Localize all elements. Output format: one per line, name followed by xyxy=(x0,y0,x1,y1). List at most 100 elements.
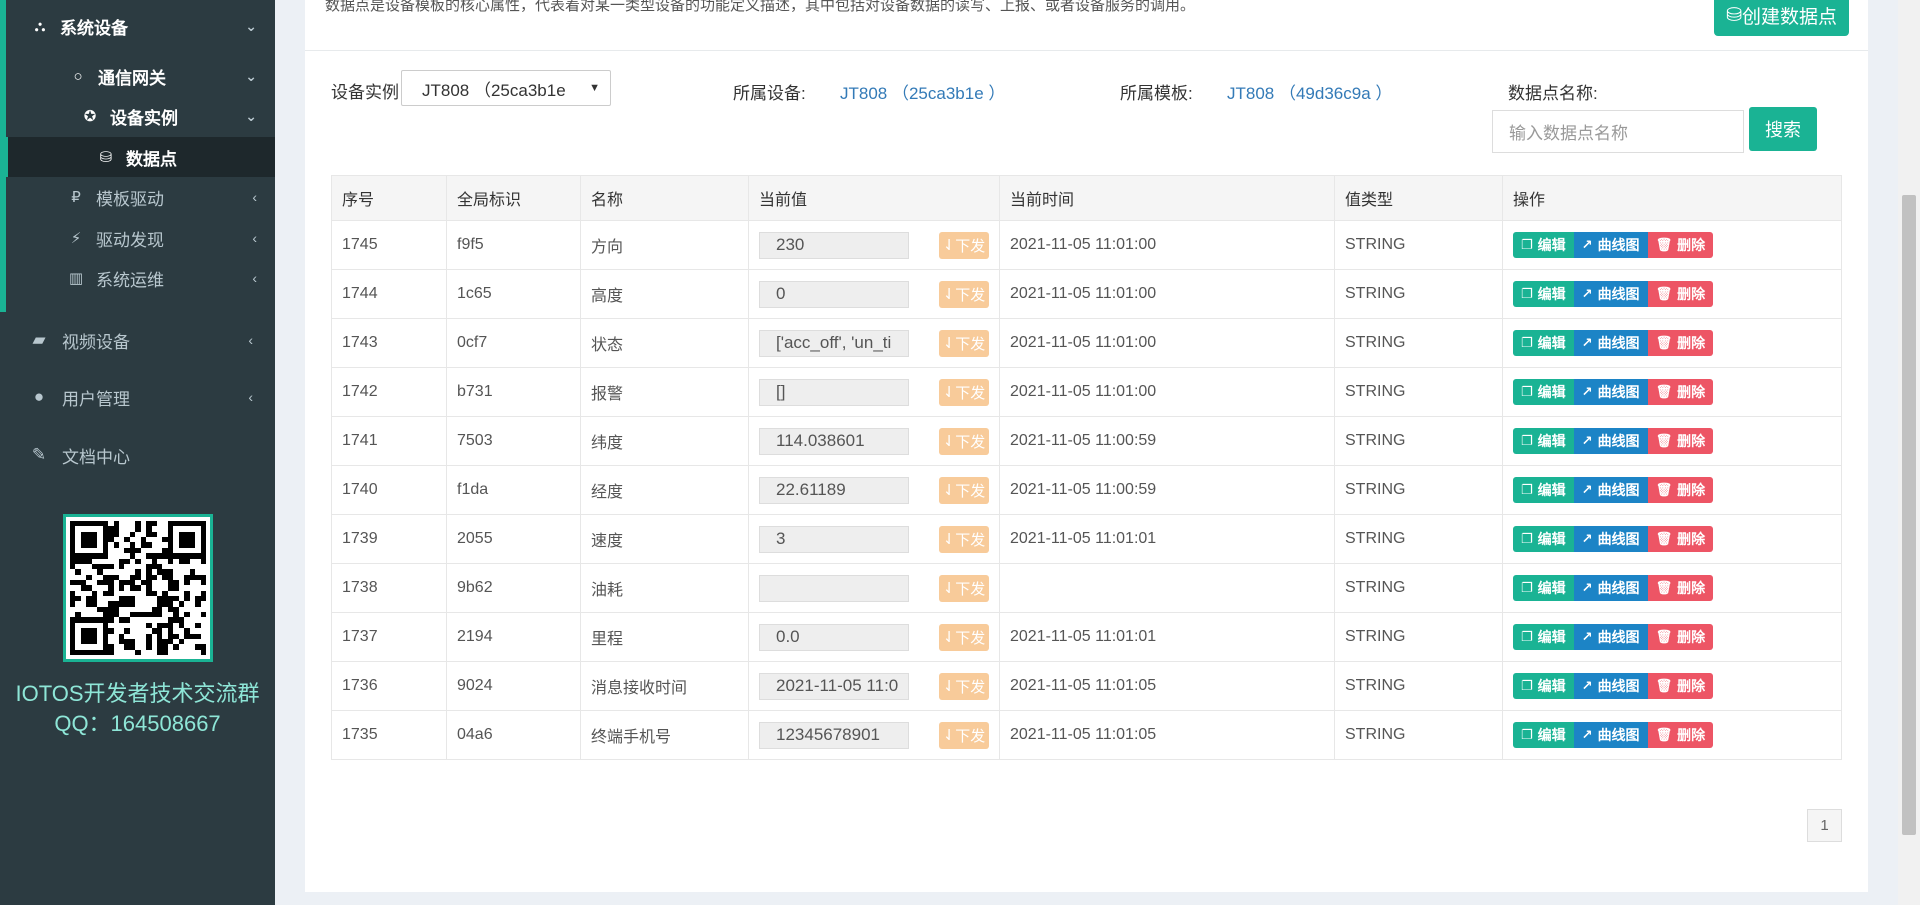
chevron-left-icon: ‹ xyxy=(252,189,257,205)
scrollbar[interactable] xyxy=(1898,0,1920,905)
delete-button[interactable]: 🗑 删除 xyxy=(1647,330,1714,356)
chart-button[interactable]: ↗ 曲线图 xyxy=(1573,722,1648,748)
sidebar-item-system-devices[interactable]: ⛬ 系统设备 ⌄ xyxy=(30,10,275,42)
template-link[interactable]: JT808 （49d36c9a ） xyxy=(1227,79,1392,104)
edit-button[interactable]: ❐ 编辑 xyxy=(1513,673,1574,699)
edit-button[interactable]: ❐ 编辑 xyxy=(1513,477,1574,503)
chart-button[interactable]: ↗ 曲线图 xyxy=(1573,232,1648,258)
send-button[interactable]: ⇃ 下发 xyxy=(939,721,989,749)
sidebar-item-gateway[interactable]: ○ 通信网关 ⌄ xyxy=(68,60,275,92)
value-input[interactable]: ['acc_off', 'un_ti xyxy=(759,329,909,357)
edit-button[interactable]: ❐ 编辑 xyxy=(1513,281,1574,307)
cell-actions: ❐ 编辑 ↗ 曲线图 🗑 删除 xyxy=(1502,661,1842,711)
cell-value: 114.038601 ⇃ 下发 xyxy=(748,416,1000,466)
send-button[interactable]: ⇃ 下发 xyxy=(939,378,989,406)
database-icon: ⛁ xyxy=(99,149,113,166)
table-row: 1742 b731 报警 [] ⇃ 下发 2021-11-05 11:01:00 … xyxy=(331,367,1842,417)
edit-button[interactable]: ❐ 编辑 xyxy=(1513,722,1574,748)
delete-button[interactable]: 🗑 删除 xyxy=(1647,722,1714,748)
cell-type: STRING xyxy=(1334,514,1503,564)
cell-actions: ❐ 编辑 ↗ 曲线图 🗑 删除 xyxy=(1502,612,1842,662)
edit-button[interactable]: ❐ 编辑 xyxy=(1513,330,1574,356)
pagination-page[interactable]: 1 xyxy=(1807,809,1842,842)
cell-actions: ❐ 编辑 ↗ 曲线图 🗑 删除 xyxy=(1502,269,1842,319)
cell-value: ['acc_off', 'un_ti ⇃ 下发 xyxy=(748,318,1000,368)
instance-select[interactable]: JT808 （25ca3b1e ▼ xyxy=(401,70,611,106)
value-input[interactable]: 22.61189 xyxy=(759,476,909,504)
datapoint-name-input[interactable]: 输入数据点名称 xyxy=(1492,110,1744,153)
sidebar-item-video[interactable]: ▰ 视频设备 ‹ xyxy=(28,324,275,356)
edit-button[interactable]: ❐ 编辑 xyxy=(1513,232,1574,258)
table-row: 1735 04a6 终端手机号 12345678901 ⇃ 下发 2021-11-… xyxy=(331,710,1842,760)
scrollbar-thumb[interactable] xyxy=(1902,195,1916,835)
sidebar-item-driver-discovery[interactable]: ⚡ 驱动发现 ‹ xyxy=(66,222,275,254)
value-input[interactable]: 2021-11-05 11:0 xyxy=(759,672,909,700)
cell-name: 消息接收时间 xyxy=(580,661,749,711)
send-button[interactable]: ⇃ 下发 xyxy=(939,427,989,455)
value-input[interactable]: 0.0 xyxy=(759,623,909,651)
chart-button[interactable]: ↗ 曲线图 xyxy=(1573,330,1648,356)
cell-type: STRING xyxy=(1334,416,1503,466)
send-button[interactable]: ⇃ 下发 xyxy=(939,525,989,553)
send-button[interactable]: ⇃ 下发 xyxy=(939,672,989,700)
sort-icon: ⇃ xyxy=(942,433,956,450)
chevron-left-icon: ‹ xyxy=(252,230,257,246)
delete-button[interactable]: 🗑 删除 xyxy=(1647,232,1714,258)
sidebar-item-users[interactable]: ● 用户管理 ‹ xyxy=(28,381,275,413)
edit-button[interactable]: ❐ 编辑 xyxy=(1513,575,1574,601)
chart-button[interactable]: ↗ 曲线图 xyxy=(1573,379,1648,405)
chart-button[interactable]: ↗ 曲线图 xyxy=(1573,673,1648,699)
create-datapoint-button[interactable]: ⛁ 创建数据点 xyxy=(1714,0,1849,36)
delete-button[interactable]: 🗑 删除 xyxy=(1647,477,1714,503)
cell-type: STRING xyxy=(1334,612,1503,662)
chart-button[interactable]: ↗ 曲线图 xyxy=(1573,624,1648,650)
user-icon: ● xyxy=(33,387,45,406)
sidebar-item-datapoint[interactable]: ⛁ 数据点 xyxy=(6,137,275,177)
edit-button[interactable]: ❐ 编辑 xyxy=(1513,624,1574,650)
value-input[interactable]: 114.038601 xyxy=(759,427,909,455)
cell-gid: 9024 xyxy=(446,661,581,711)
send-button[interactable]: ⇃ 下发 xyxy=(939,280,989,308)
sort-icon: ⇃ xyxy=(942,580,956,597)
cell-time: 2021-11-05 11:00:59 xyxy=(999,416,1335,466)
chart-button[interactable]: ↗ 曲线图 xyxy=(1573,477,1648,503)
value-input[interactable]: 0 xyxy=(759,280,909,308)
sidebar-item-ops[interactable]: ▥ 系统运维 ‹ xyxy=(66,262,275,294)
delete-button[interactable]: 🗑 删除 xyxy=(1647,428,1714,454)
delete-button[interactable]: 🗑 删除 xyxy=(1647,624,1714,650)
cell-type: STRING xyxy=(1334,318,1503,368)
delete-button[interactable]: 🗑 删除 xyxy=(1647,379,1714,405)
chart-button[interactable]: ↗ 曲线图 xyxy=(1573,428,1648,454)
sidebar-item-device-instance[interactable]: ✪ 设备实例 ⌄ xyxy=(80,100,275,132)
send-button[interactable]: ⇃ 下发 xyxy=(939,623,989,651)
send-button[interactable]: ⇃ 下发 xyxy=(939,574,989,602)
send-button[interactable]: ⇃ 下发 xyxy=(939,329,989,357)
value-input[interactable]: 12345678901 xyxy=(759,721,909,749)
value-input[interactable]: 3 xyxy=(759,525,909,553)
trash-icon: 🗑 xyxy=(1655,531,1673,546)
delete-button[interactable]: 🗑 删除 xyxy=(1647,281,1714,307)
value-input[interactable]: [] xyxy=(759,378,909,406)
cell-value: ⇃ 下发 xyxy=(748,563,1000,613)
database-icon: ⛁ xyxy=(1726,4,1742,26)
send-button[interactable]: ⇃ 下发 xyxy=(939,231,989,259)
sidebar-item-template-driver[interactable]: ₽ 模板驱动 ‹ xyxy=(66,181,275,213)
chart-button[interactable]: ↗ 曲线图 xyxy=(1573,526,1648,552)
sidebar-item-docs[interactable]: ✎ 文档中心 xyxy=(28,439,275,471)
edit-button[interactable]: ❐ 编辑 xyxy=(1513,526,1574,552)
chart-button[interactable]: ↗ 曲线图 xyxy=(1573,281,1648,307)
send-button[interactable]: ⇃ 下发 xyxy=(939,476,989,504)
chevron-down-icon: ⌄ xyxy=(245,67,257,84)
edit-button[interactable]: ❐ 编辑 xyxy=(1513,379,1574,405)
page-description: 数据点是设备模板的核心属性，代表着对某一类型设备的功能定义描述，其中包括对设备数… xyxy=(325,0,1196,14)
value-input[interactable] xyxy=(759,574,909,602)
delete-button[interactable]: 🗑 删除 xyxy=(1647,575,1714,601)
edit-button[interactable]: ❐ 编辑 xyxy=(1513,428,1574,454)
delete-button[interactable]: 🗑 删除 xyxy=(1647,673,1714,699)
search-button[interactable]: 搜索 xyxy=(1749,107,1817,151)
delete-button[interactable]: 🗑 删除 xyxy=(1647,526,1714,552)
chart-button[interactable]: ↗ 曲线图 xyxy=(1573,575,1648,601)
table-body: 1745 f9f5 方向 230 ⇃ 下发 2021-11-05 11:01:00… xyxy=(331,220,1842,760)
value-input[interactable]: 230 xyxy=(759,231,909,259)
device-link[interactable]: JT808 （25ca3b1e ） xyxy=(840,79,1005,104)
